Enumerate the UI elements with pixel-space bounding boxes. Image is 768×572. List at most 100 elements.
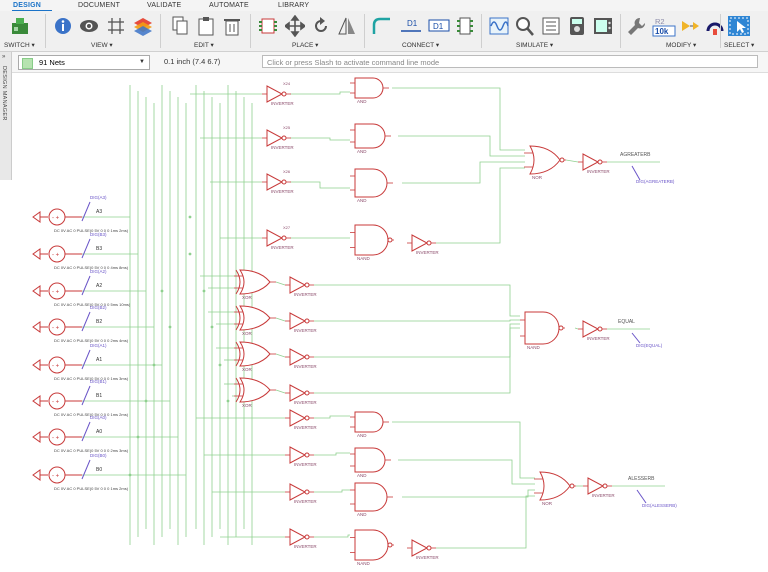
- net-color-swatch: [22, 58, 33, 69]
- output-digital-label: DIG(ALESSERB): [642, 503, 677, 508]
- gate-type-label: INVERTER: [271, 189, 294, 194]
- gate-type-label: INVERTER: [294, 292, 317, 297]
- inverter-gate: [289, 483, 307, 501]
- probe-search-icon[interactable]: [515, 15, 535, 37]
- ground-symbol: [32, 469, 41, 481]
- nand-bubble: [387, 542, 393, 548]
- gate-type-label: INVERTER: [416, 250, 439, 255]
- junction-dot: [188, 252, 192, 256]
- tab-automate[interactable]: AUTOMATE: [209, 0, 249, 11]
- source-polarity: - +: [52, 326, 60, 332]
- value-icon[interactable]: R2 10k: [652, 15, 676, 37]
- source-polarity: - +: [52, 216, 60, 222]
- wire: [314, 319, 520, 322]
- paste-icon[interactable]: [196, 15, 216, 37]
- tab-library[interactable]: LIBRARY: [278, 0, 309, 11]
- output-digital-label: DIG(AGREATERB): [636, 179, 675, 184]
- select-group-label[interactable]: SELECT ▾: [724, 41, 754, 49]
- source-name: A0: [96, 429, 102, 435]
- optimize-icon[interactable]: [705, 15, 725, 37]
- inverter-gate: [266, 129, 284, 147]
- layers-icon[interactable]: [133, 15, 153, 37]
- eye-icon[interactable]: [79, 15, 99, 37]
- move-icon[interactable]: [285, 15, 305, 37]
- inverter-bubble: [281, 179, 287, 185]
- separator: [620, 14, 621, 48]
- source-name: B2: [96, 319, 102, 325]
- wire: [398, 135, 525, 157]
- net-select-dropdown[interactable]: 91 Nets ▼: [18, 55, 150, 70]
- ground-symbol: [32, 395, 41, 407]
- grid-icon[interactable]: [106, 15, 126, 37]
- port-icon-text: D1: [433, 22, 444, 31]
- nand-bubble: [558, 325, 564, 331]
- junction-dot: [144, 399, 148, 403]
- label-leader: [631, 165, 641, 181]
- inverter-bubble: [597, 326, 603, 332]
- source-polarity: - +: [52, 364, 60, 370]
- inverter-bubble: [304, 390, 310, 396]
- wrench-icon[interactable]: [626, 15, 646, 37]
- wire: [314, 489, 350, 493]
- place-group-label[interactable]: PLACE ▾: [292, 41, 318, 49]
- wire-icon[interactable]: [372, 15, 392, 37]
- inverter-gate: [266, 173, 284, 191]
- view-group-label[interactable]: VIEW ▾: [91, 41, 113, 49]
- source-digital-label: DIG(A1): [90, 343, 107, 348]
- place-component-icon[interactable]: [258, 15, 278, 37]
- label-leader: [81, 238, 91, 259]
- output-net-name: EQUAL: [618, 319, 635, 325]
- select-cursor-icon[interactable]: [727, 15, 751, 37]
- edit-group-label[interactable]: EDIT ▾: [194, 41, 214, 49]
- tab-validate[interactable]: VALIDATE: [147, 0, 181, 11]
- gate-type-label: INVERTER: [416, 555, 439, 560]
- inverter-gate: [411, 539, 429, 557]
- wire: [314, 327, 520, 394]
- switch-group-label[interactable]: SWITCH ▾: [4, 41, 35, 49]
- nor-bubble: [569, 483, 575, 489]
- separator: [481, 14, 482, 48]
- source-digital-label: DIG(B3): [90, 232, 107, 237]
- source-digital-label: DIG(B1): [90, 379, 107, 384]
- net-label-icon[interactable]: D1: [399, 15, 423, 37]
- wire: [402, 489, 535, 498]
- design-manager-panel-tab[interactable]: » DESIGN MANAGER: [0, 52, 12, 180]
- modify-group-label[interactable]: MODIFY ▾: [666, 41, 696, 49]
- inverter-bubble: [304, 489, 310, 495]
- command-line-input[interactable]: Click or press Slash to activate command…: [262, 55, 758, 68]
- waveform-icon[interactable]: [489, 15, 509, 37]
- port-icon[interactable]: D1: [428, 15, 450, 37]
- trash-icon[interactable]: [222, 15, 242, 37]
- wire: [290, 91, 350, 95]
- info-icon[interactable]: [53, 15, 73, 37]
- net-select-value: 91 Nets: [39, 58, 65, 67]
- ground-symbol: [32, 211, 41, 223]
- source-digital-label: DIG(B2): [90, 305, 107, 310]
- bus-connector-icon[interactable]: [455, 15, 475, 37]
- gate-type-label: NAND: [527, 345, 541, 350]
- copy-icon[interactable]: [170, 15, 190, 37]
- xor-input-arc: [235, 305, 241, 331]
- swap-icon[interactable]: [680, 15, 700, 37]
- simulation-settings-icon[interactable]: [541, 15, 561, 37]
- junction-dot: [226, 399, 230, 403]
- label-leader: [81, 385, 91, 406]
- tab-document[interactable]: DOCUMENT: [78, 0, 120, 11]
- nor-gate: [529, 145, 561, 175]
- nor-gate: [539, 471, 571, 501]
- rotate-icon[interactable]: [311, 15, 331, 37]
- simulate-group-label[interactable]: SIMULATE ▾: [516, 41, 553, 49]
- gate-type-label: INVERTER: [294, 364, 317, 369]
- xor-input-arc: [235, 341, 241, 367]
- grid-coordinate-readout: 0.1 inch (7.4 6.7): [164, 57, 221, 66]
- source-param-label: DC 0V AC 0 PULSE(0 5V 0 0 0 1ms 2ms): [54, 486, 129, 491]
- switch-board-icon[interactable]: [10, 15, 30, 37]
- design-manager-label: DESIGN MANAGER: [1, 66, 7, 121]
- connect-group-label[interactable]: CONNECT ▾: [402, 41, 439, 49]
- mirror-icon[interactable]: [337, 15, 357, 37]
- oscilloscope-icon[interactable]: [593, 15, 613, 37]
- gate-ref: X25: [283, 125, 291, 130]
- source-digital-label: DIG(A2): [90, 269, 107, 274]
- multimeter-icon[interactable]: [567, 15, 587, 37]
- schematic-canvas[interactable]: - + - + - + - + - + - + - + - + A3 DIG(A3) DC 0V …: [12, 73, 768, 572]
